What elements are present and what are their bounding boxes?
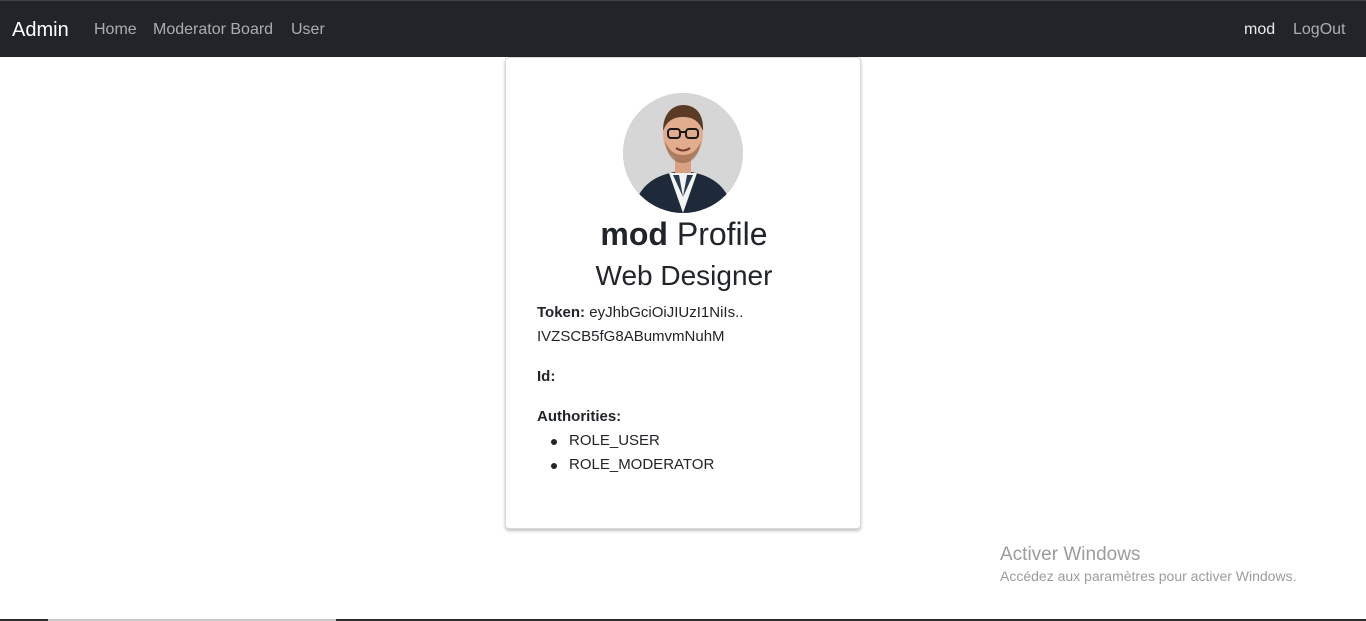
nav-link-home[interactable]: Home — [94, 20, 137, 40]
nav-link-user[interactable]: User — [291, 20, 325, 40]
avatar-image — [623, 93, 743, 213]
job-title: Web Designer — [595, 260, 773, 291]
nav-link-moderator-board[interactable]: Moderator Board — [153, 20, 273, 40]
id-section: Id: — [537, 365, 837, 389]
authorities-list: ROLE_USER ROLE_MODERATOR — [537, 429, 837, 477]
authority-item: ROLE_MODERATOR — [537, 453, 837, 477]
brand-link[interactable]: Admin — [12, 18, 69, 42]
profile-card: mod Profile Web Designer Token: eyJhbGci… — [505, 57, 861, 529]
nav-link-profile-username[interactable]: mod — [1244, 20, 1275, 40]
id-label: Id: — [537, 368, 556, 385]
token-label: Token: — [537, 304, 586, 321]
watermark-title: Activer Windows — [1000, 544, 1141, 565]
profile-username: mod — [600, 216, 668, 252]
token-start: eyJhbGciOiJIUzI1NiIs.. — [589, 304, 744, 321]
token-end: IVZSCB5fG8ABumvmNuhM — [537, 328, 725, 345]
authorities-label: Authorities: — [537, 408, 622, 425]
windows-activation-watermark: Activer Windows Accédez aux paramètres p… — [1000, 543, 1296, 586]
nav-link-logout[interactable]: LogOut — [1293, 20, 1345, 40]
token-section: Token: eyJhbGciOiJIUzI1NiIs.. IVZSCB5fG8… — [537, 301, 837, 349]
authorities-section: Authorities: ROLE_USER ROLE_MODERATOR — [537, 405, 837, 477]
avatar — [623, 93, 743, 213]
watermark-subtitle: Accédez aux paramètres pour activer Wind… — [1000, 568, 1297, 584]
profile-title: mod Profile — [506, 214, 862, 254]
profile-title-suffix: Profile — [676, 216, 768, 252]
navbar: Admin Home Moderator Board User mod LogO… — [0, 1, 1366, 57]
authority-item: ROLE_USER — [537, 429, 837, 453]
